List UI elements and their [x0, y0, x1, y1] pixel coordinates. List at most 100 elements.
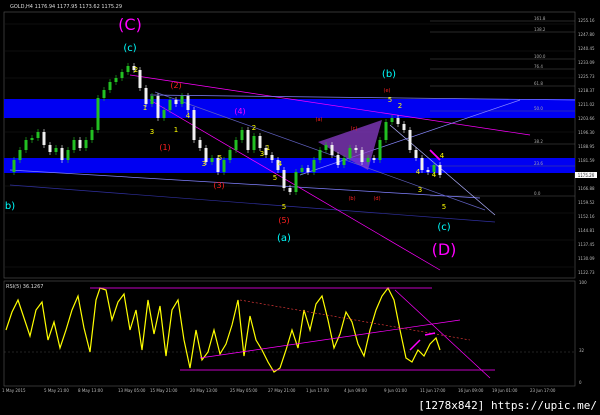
candle-body	[186, 96, 190, 110]
rsi-arrow	[424, 332, 436, 336]
wave-label-red-5: (5)	[278, 216, 289, 225]
rsi-axis-label: 0	[579, 380, 582, 385]
candle-body	[300, 168, 304, 172]
wave-label-impulse: 3	[150, 128, 154, 136]
wave-label-impulse: 2	[134, 66, 138, 74]
candle-body	[96, 98, 100, 130]
candle-body	[84, 140, 88, 148]
candle-body	[150, 96, 154, 104]
candle-body	[36, 132, 40, 138]
price-axis-label: 1166.88	[578, 186, 595, 191]
candle-body	[258, 136, 262, 148]
candle-body	[426, 170, 430, 172]
candle-body	[54, 148, 58, 152]
price-chart[interactable]: 161.8138.2100.076.461.850.038.223.60.011…	[0, 0, 600, 415]
wave-label-c: (c)	[123, 43, 136, 54]
candle-body	[222, 160, 226, 172]
candle-body	[342, 158, 346, 165]
fib-level-label: 100.0	[534, 54, 546, 59]
candle-body	[234, 140, 238, 150]
price-axis-label: 1211.02	[578, 102, 595, 107]
price-axis-label: 1255.16	[578, 18, 595, 23]
candle-body	[294, 172, 298, 192]
candle-body	[114, 78, 118, 82]
candle-body	[162, 110, 166, 118]
price-axis-label: 1174.23	[578, 172, 595, 177]
wave-label-impulse: 1	[266, 144, 270, 152]
price-axis-label: 1122.73	[578, 270, 595, 275]
wave-label-red-1: (1)	[159, 143, 170, 152]
candle-body	[330, 145, 334, 155]
price-axis-label: 1247.80	[578, 32, 595, 37]
candle-body	[24, 140, 28, 150]
candle-body	[420, 158, 424, 170]
trend-line	[9, 184, 496, 223]
wave-label-impulse: 1	[174, 126, 178, 134]
price-axis-label: 1196.30	[578, 130, 595, 135]
wave-label-impulse: 2	[398, 102, 402, 110]
price-axis-label: 1159.52	[578, 200, 595, 205]
wave-label-impulse: 5	[388, 96, 392, 104]
candle-body	[336, 155, 340, 165]
candle-body	[348, 148, 352, 158]
time-axis-label: 23 Jun 17:00	[530, 388, 556, 393]
rsi-arrow	[409, 339, 421, 351]
fib-level-label: 0.0	[534, 191, 541, 196]
candle-body	[312, 160, 316, 172]
candle-body	[18, 150, 22, 160]
wave-label-red-3: (3)	[213, 181, 224, 190]
candle-body	[270, 155, 274, 160]
candle-body	[192, 110, 196, 140]
candle-body	[30, 138, 34, 140]
trend-line	[9, 169, 481, 199]
resistance-zone	[4, 99, 575, 118]
rsi-title: RSI(5) 36.1267	[6, 284, 44, 290]
price-axis-label: 1144.81	[578, 228, 595, 233]
price-axis-label: 1130.09	[578, 256, 595, 261]
wave-label-impulse: 4	[440, 152, 445, 160]
wave-label-impulse: 3	[418, 186, 422, 194]
candle-body	[120, 72, 124, 78]
candle-body	[12, 160, 16, 172]
candle-body	[78, 140, 82, 148]
rsi-line	[5, 286, 441, 373]
time-axis-label: 16 Jun 09:00	[458, 388, 484, 393]
time-axis-label: 15 May 21:00	[150, 388, 178, 393]
candle-body	[90, 130, 94, 140]
price-axis-label: 1188.95	[578, 144, 595, 149]
fib-level-label: 138.2	[534, 27, 546, 32]
support-zone	[4, 158, 575, 173]
wave-label-impulse: 5	[282, 203, 286, 211]
candle-body	[282, 170, 286, 188]
candle-body	[228, 150, 232, 160]
wave-label-impulse: 5	[273, 174, 277, 182]
candle-body	[372, 158, 376, 160]
wave-label-abcde: (c)	[351, 126, 358, 132]
wave-label-red-2: (2)	[170, 81, 181, 90]
candle-body	[210, 158, 214, 162]
chart-window: GOLD,H4 1176.94 1177.95 1173.62 1175.29 …	[0, 0, 600, 415]
wave-label-big-d: (D)	[432, 240, 457, 259]
wave-label-impulse: 1	[143, 104, 147, 112]
wave-label-impulse: 4	[432, 171, 437, 179]
candle-body	[354, 148, 358, 150]
wave-label-red-4: (4)	[234, 107, 245, 116]
wave-label-abcde: (a)	[316, 117, 323, 123]
time-axis-label: 8 May 13:00	[78, 388, 103, 393]
price-axis-label: 1218.37	[578, 88, 595, 93]
candle-body	[390, 118, 394, 122]
rsi-axis-label: 100	[579, 280, 587, 285]
time-axis-label: 9 Jun 01:00	[384, 388, 407, 393]
wave-label-b: (b)	[382, 69, 396, 80]
candle-body	[108, 82, 112, 90]
price-axis-label: 1203.66	[578, 116, 595, 121]
fib-level-label: 161.8	[534, 16, 546, 21]
time-axis-label: 1 May 2015	[2, 388, 26, 393]
time-axis-label: 20 May 13:00	[190, 388, 218, 393]
wave-label-impulse: 2	[252, 124, 256, 132]
watermark: [1278x842] https://upic.me/	[418, 399, 597, 412]
candle-body	[102, 90, 106, 98]
candle-body	[138, 70, 142, 88]
candle-body	[408, 130, 412, 150]
candle-body	[252, 136, 256, 150]
